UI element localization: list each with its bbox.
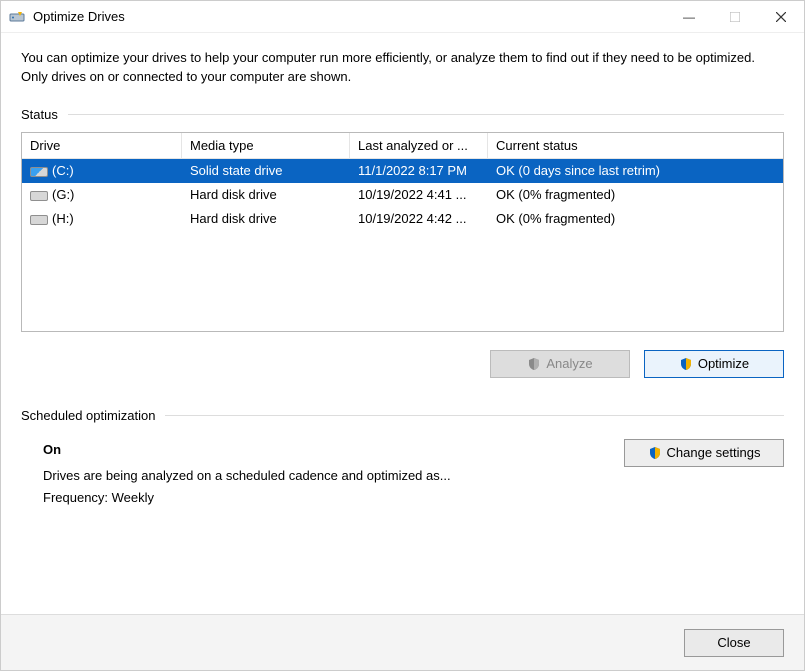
close-window-button[interactable] [758,1,804,33]
col-status[interactable]: Current status [488,133,783,158]
drive-icon [30,164,46,178]
drive-name: (G:) [52,187,74,202]
minimize-icon: — [683,10,695,24]
maximize-icon [730,12,740,22]
intro-text: You can optimize your drives to help you… [21,49,784,87]
analyze-label: Analyze [546,356,592,371]
drive-status: OK (0 days since last retrim) [488,159,783,183]
drive-list-header: Drive Media type Last analyzed or ... Cu… [22,133,783,159]
maximize-button [712,1,758,33]
close-icon [776,12,786,22]
drive-name: (C:) [52,163,74,178]
drive-icon [30,188,46,202]
window-controls: — [666,1,804,33]
drive-last: 10/19/2022 4:41 ... [350,183,488,207]
scheduled-on: On [43,439,604,461]
col-media[interactable]: Media type [182,133,350,158]
scheduled-label: Scheduled optimization [21,408,155,423]
analyze-button: Analyze [490,350,630,378]
drive-media: Hard disk drive [182,183,350,207]
drive-row[interactable]: (C:) Solid state drive11/1/2022 8:17 PMOK… [22,159,783,183]
shield-icon [679,357,693,371]
drive-row[interactable]: (G:) Hard disk drive10/19/2022 4:41 ...OK… [22,183,783,207]
minimize-button[interactable]: — [666,1,712,33]
change-settings-button[interactable]: Change settings [624,439,784,467]
divider [165,415,784,416]
change-settings-label: Change settings [667,445,761,460]
scheduled-freq: Frequency: Weekly [43,487,604,509]
app-icon [9,9,25,25]
drive-status: OK (0% fragmented) [488,207,783,231]
divider [68,114,784,115]
drive-media: Solid state drive [182,159,350,183]
drive-row[interactable]: (H:) Hard disk drive10/19/2022 4:42 ...OK… [22,207,783,231]
close-button[interactable]: Close [684,629,784,657]
col-drive[interactable]: Drive [22,133,182,158]
window-title: Optimize Drives [33,9,125,24]
drive-media: Hard disk drive [182,207,350,231]
shield-icon [527,357,541,371]
titlebar: Optimize Drives — [1,1,804,33]
drive-status: OK (0% fragmented) [488,183,783,207]
status-label: Status [21,107,58,122]
shield-icon [648,446,662,460]
drive-last: 11/1/2022 8:17 PM [350,159,488,183]
scheduled-desc: Drives are being analyzed on a scheduled… [43,465,604,487]
footer: Close [1,614,804,670]
optimize-button[interactable]: Optimize [644,350,784,378]
drive-last: 10/19/2022 4:42 ... [350,207,488,231]
optimize-label: Optimize [698,356,749,371]
drive-list[interactable]: Drive Media type Last analyzed or ... Cu… [21,132,784,332]
drive-icon [30,212,46,226]
drive-name: (H:) [52,211,74,226]
col-last[interactable]: Last analyzed or ... [350,133,488,158]
